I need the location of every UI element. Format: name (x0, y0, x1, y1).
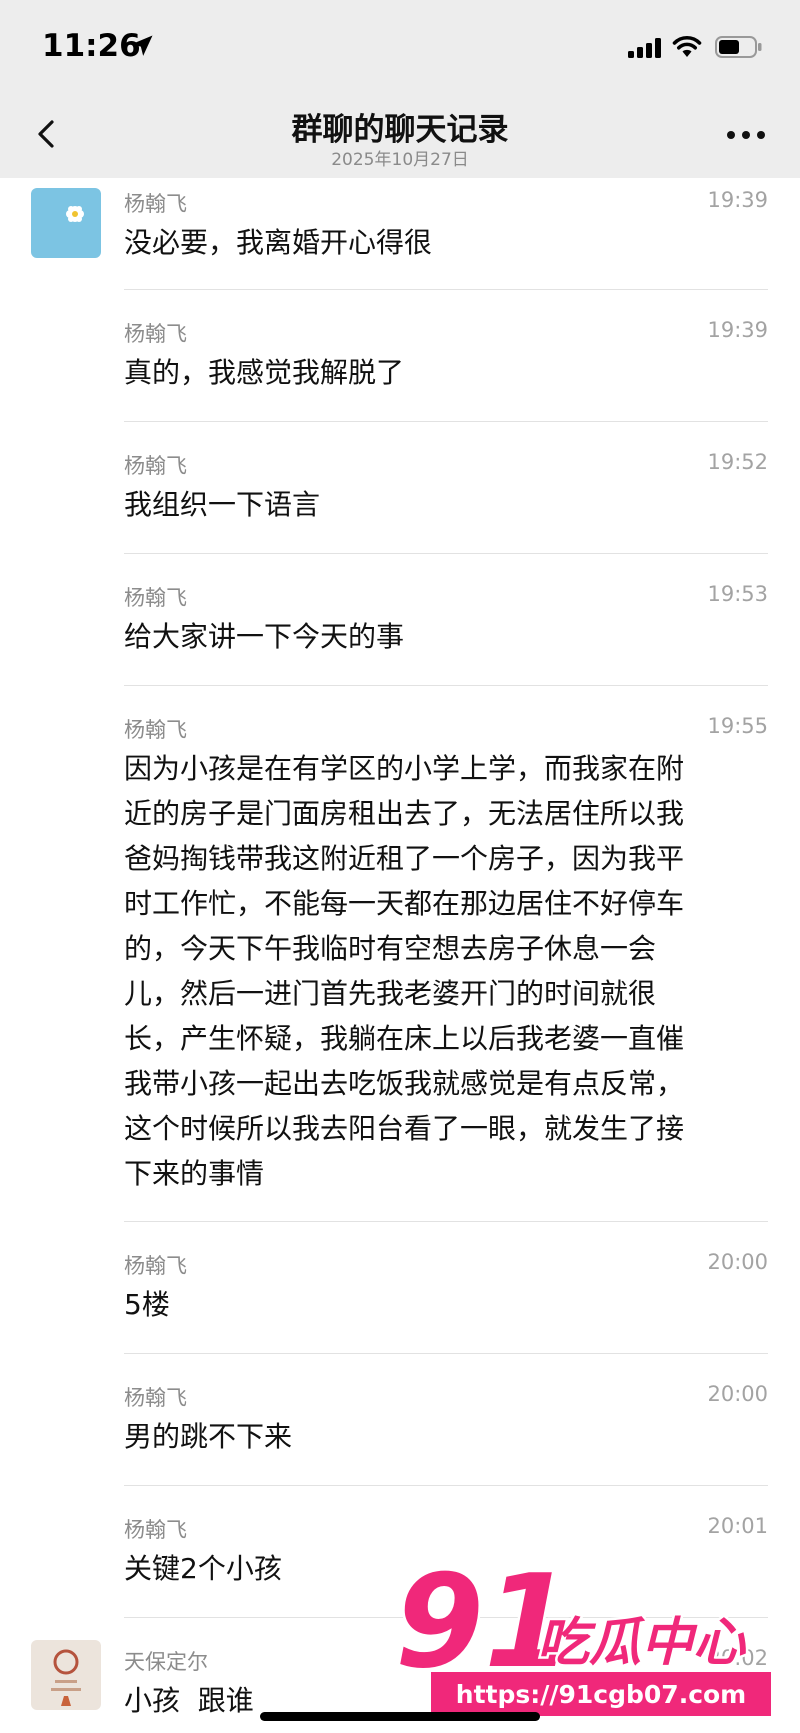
sender-name: 杨翰飞 (124, 454, 187, 478)
avatar[interactable] (31, 1640, 101, 1710)
sender-name: 杨翰飞 (124, 1386, 187, 1410)
message-text: 因为小孩是在有学区的小学上学，而我家在附 近的房子是门面房租出去了，无法居住所以… (124, 746, 764, 1196)
sender-name: 杨翰飞 (124, 322, 187, 346)
sender-name: 天保定尔 (124, 1650, 208, 1674)
message-line: 儿，然后一进门首先我老婆开门的时间就很 (124, 977, 657, 1010)
message-time: 19:39 (707, 318, 768, 342)
site-watermark: 91 吃瓜中心 https://91cgb07.com (395, 1548, 771, 1716)
message-line: 下来的事情 (124, 1157, 265, 1190)
message-text: 男的跳不下来 (124, 1420, 293, 1453)
sender-name: 杨翰飞 (124, 718, 187, 742)
list-item: 杨翰飞 20:00 男的跳不下来 (0, 1354, 800, 1485)
watermark-brand: 吃瓜中心 (537, 1613, 747, 1673)
sender-name: 杨翰飞 (124, 1518, 187, 1542)
message-time: 20:00 (707, 1250, 768, 1274)
message-time: 19:52 (707, 450, 768, 474)
message-text: 给大家讲一下今天的事 (124, 620, 405, 653)
watermark-url: https://91cgb07.com (456, 1680, 746, 1709)
message-time: 20:00 (707, 1382, 768, 1406)
flower-icon (66, 206, 84, 222)
sender-name: 杨翰飞 (124, 1254, 187, 1278)
home-indicator (260, 1712, 540, 1721)
message-text: 5楼 (124, 1288, 170, 1321)
message-text: 没必要，我离婚开心得很 (124, 226, 433, 259)
message-text: 我组织一下语言 (124, 488, 321, 521)
battery-icon (715, 36, 762, 58)
list-item: 杨翰飞 20:00 5楼 (0, 1222, 800, 1353)
message-line: 爸妈掏钱带我这附近租了一个房子，因为我平 (124, 842, 685, 875)
message-line: 时工作忙，不能每一天都在那边居住不好停车 (124, 887, 685, 920)
list-item: 杨翰飞 19:39 没必要，我离婚开心得很 (0, 178, 800, 290)
message-line: 因为小孩是在有学区的小学上学，而我家在附 (124, 752, 685, 785)
message-line: 的，今天下午我临时有空想去房子休息一会 (124, 932, 657, 965)
wifi-icon (672, 35, 702, 57)
message-time: 19:39 (707, 188, 768, 212)
message-line: 我带小孩一起出去吃饭我就感觉是有点反常， (124, 1067, 685, 1100)
status-bar: 11:26 (0, 0, 800, 90)
list-item: 杨翰飞 19:55 因为小孩是在有学区的小学上学，而我家在附 近的房子是门面房租… (0, 686, 800, 1222)
status-time: 11:26 (42, 28, 141, 64)
list-item: 杨翰飞 19:53 给大家讲一下今天的事 (0, 554, 800, 685)
page-title: 群聊的聊天记录 (291, 112, 509, 148)
cellular-signal-icon (628, 38, 661, 58)
sender-name: 杨翰飞 (124, 586, 187, 610)
message-line: 近的房子是门面房租出去了，无法居住所以我 (124, 797, 685, 830)
message-line: 长，产生怀疑，我躺在床上以后我老婆一直催 (124, 1022, 685, 1055)
more-options-icon[interactable] (726, 130, 766, 140)
message-time: 19:55 (707, 714, 768, 738)
list-item: 杨翰飞 19:52 我组织一下语言 (0, 422, 800, 553)
avatar[interactable] (31, 188, 101, 258)
decorative-charm-icon (51, 1649, 81, 1706)
list-item: 杨翰飞 19:39 真的，我感觉我解脱了 (0, 290, 800, 422)
page-subtitle-date: 2025年10月27日 (331, 150, 469, 170)
message-line: 这个时候所以我去阳台看了一眼，就发生了接 (124, 1112, 685, 1145)
navigation-bar: 群聊的聊天记录 2025年10月27日 (0, 90, 800, 178)
location-arrow-icon (131, 35, 153, 56)
message-time: 20:01 (707, 1514, 768, 1538)
sender-name: 杨翰飞 (124, 192, 187, 216)
chat-record-list[interactable]: 杨翰飞 19:39 没必要，我离婚开心得很 杨翰飞 19:39 真的，我感觉我解… (0, 178, 800, 1733)
message-text: 真的，我感觉我解脱了 (124, 356, 405, 389)
message-time: 19:53 (707, 582, 768, 606)
